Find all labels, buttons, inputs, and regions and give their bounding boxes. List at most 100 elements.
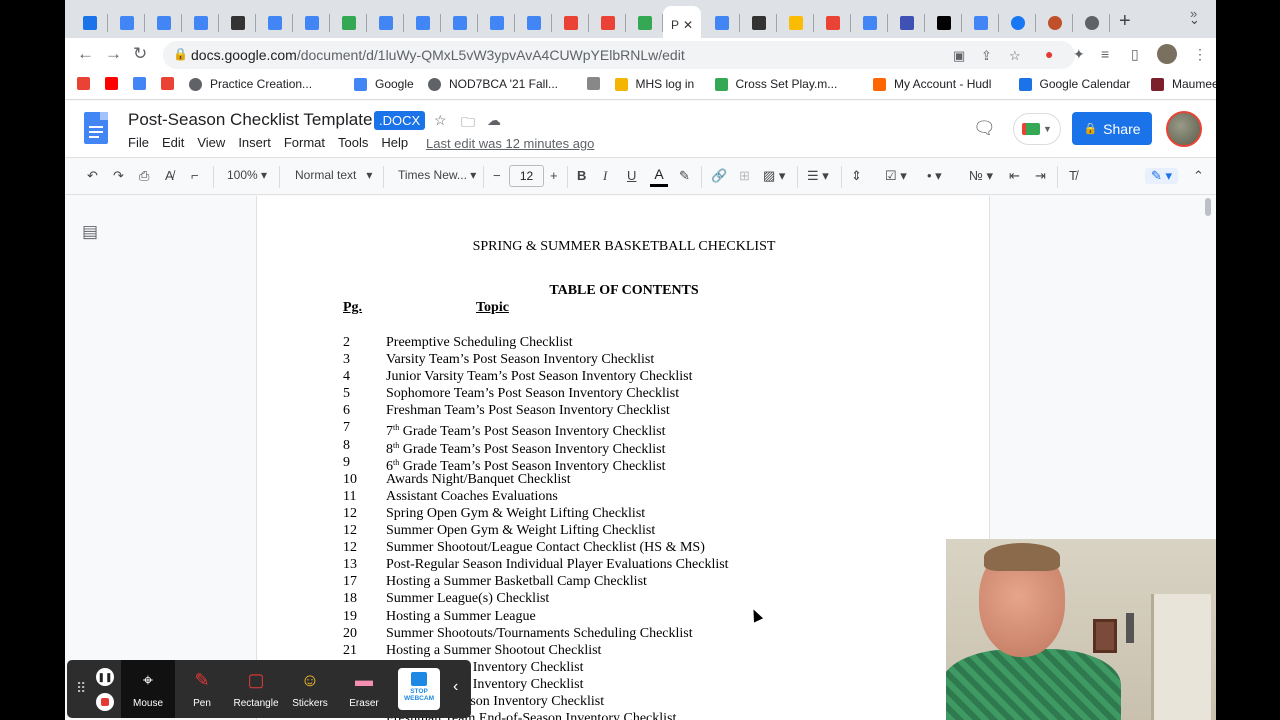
forward-icon[interactable]: → <box>105 44 122 64</box>
share-button[interactable]: 🔒 Share <box>1072 112 1152 145</box>
menu-view[interactable]: View <box>197 135 225 150</box>
bookmark-item[interactable]: MHS log in <box>614 77 694 91</box>
stop-webcam-button[interactable]: STOP WEBCAM <box>398 668 440 710</box>
move-folder-icon[interactable]: 🗀 <box>461 112 475 136</box>
browser-tab[interactable] <box>480 8 514 38</box>
browser-tab[interactable] <box>369 8 403 38</box>
browser-tab[interactable] <box>742 8 776 38</box>
style-select[interactable]: Normal text ▾ <box>295 168 372 182</box>
bookmark-item[interactable] <box>133 77 154 90</box>
tool-pen[interactable]: ✎ Pen <box>175 660 229 718</box>
menu-format[interactable]: Format <box>284 135 325 150</box>
meet-button[interactable]: ▼ <box>1013 113 1061 145</box>
address-bar[interactable]: 🔒 docs.google.com/document/d/1luWy-QMxL5… <box>163 41 1075 69</box>
tool-mouse[interactable]: ⌖ Mouse <box>121 660 175 718</box>
star-icon[interactable]: ☆ <box>434 112 447 129</box>
browser-tab[interactable] <box>221 8 255 38</box>
decrease-font-size-icon[interactable]: − <box>493 168 501 183</box>
increase-font-size-icon[interactable]: + <box>550 168 558 183</box>
bookmarks-overflow-icon[interactable]: » <box>1190 6 1197 21</box>
browser-menu-icon[interactable]: ⋮ <box>1193 46 1207 63</box>
google-docs-logo-icon[interactable] <box>84 112 108 144</box>
undo-icon[interactable]: ↶ <box>87 168 98 184</box>
line-spacing-icon[interactable]: ⇕ <box>851 168 862 184</box>
browser-tab[interactable] <box>1075 8 1109 38</box>
document-outline-icon[interactable]: ▤ <box>82 222 98 242</box>
browser-tab[interactable] <box>332 8 366 38</box>
browser-tab[interactable] <box>1001 8 1035 38</box>
menu-file[interactable]: File <box>128 135 149 150</box>
browser-tab[interactable] <box>406 8 440 38</box>
browser-tab[interactable] <box>890 8 924 38</box>
extension-icon[interactable]: ● <box>1045 46 1053 62</box>
scrollbar-thumb[interactable] <box>1205 198 1211 216</box>
collapse-toolbar-icon[interactable]: ⌃ <box>1193 168 1204 184</box>
comment-history-icon[interactable]: 🗨 <box>973 118 996 139</box>
clear-formatting-icon[interactable]: T̸ <box>1069 168 1077 183</box>
side-panel-icon[interactable]: ▯ <box>1131 46 1139 63</box>
menu-help[interactable]: Help <box>381 135 408 150</box>
document-page[interactable]: SPRING & SUMMER BASKETBALL CHECKLIST TAB… <box>256 196 990 720</box>
bookmark-item[interactable]: My Account - Hudl <box>873 77 991 91</box>
italic-icon[interactable]: I <box>603 168 607 184</box>
browser-tab[interactable] <box>184 8 218 38</box>
underline-icon[interactable]: U <box>627 168 636 183</box>
tool-eraser[interactable]: ▬ Eraser <box>337 660 391 718</box>
align-icon[interactable]: ☰ ▾ <box>807 168 829 184</box>
insert-link-icon[interactable]: 🔗 <box>711 168 727 184</box>
bookmark-item[interactable]: Google Calendar <box>1018 77 1130 91</box>
menu-tools[interactable]: Tools <box>338 135 368 150</box>
browser-tab[interactable] <box>927 8 961 38</box>
paint-format-icon[interactable]: ⌐ <box>191 168 199 183</box>
bookmark-item[interactable] <box>105 77 126 90</box>
browser-tab[interactable] <box>591 8 625 38</box>
browser-tab[interactable] <box>110 8 144 38</box>
new-tab-button[interactable]: + <box>1119 10 1131 33</box>
text-color-icon[interactable]: A <box>650 166 668 187</box>
browser-tab[interactable] <box>964 8 998 38</box>
zoom-select[interactable]: 100% ▾ <box>227 168 267 182</box>
url-text[interactable]: docs.google.com/document/d/1luWy-QMxL5vW… <box>191 47 685 63</box>
puzzle-extensions-icon[interactable]: ✦ <box>1073 46 1085 63</box>
browser-tab[interactable] <box>628 8 662 38</box>
tool-rectangle[interactable]: ▢ Rectangle <box>229 660 283 718</box>
browser-tab[interactable] <box>258 8 292 38</box>
decrease-indent-icon[interactable]: ⇤ <box>1009 168 1020 184</box>
increase-indent-icon[interactable]: ⇥ <box>1035 168 1046 184</box>
browser-tab[interactable] <box>705 8 739 38</box>
last-edit-link[interactable]: Last edit was 12 minutes ago <box>426 136 594 151</box>
checklist-icon[interactable]: ☑ ▾ <box>885 168 907 184</box>
camera-blocked-icon[interactable]: ▣ <box>953 48 965 64</box>
lock-icon[interactable]: 🔒 <box>173 47 188 61</box>
add-comment-icon[interactable]: ⊞ <box>739 168 750 184</box>
browser-tab[interactable] <box>554 8 588 38</box>
stop-recording-icon[interactable] <box>96 693 114 711</box>
close-tab-icon[interactable]: ✕ <box>683 18 693 32</box>
drag-handle-icon[interactable]: ⠿ <box>76 680 86 697</box>
browser-tab[interactable] <box>779 8 813 38</box>
highlight-icon[interactable]: ✎ <box>679 168 690 184</box>
numbered-list-icon[interactable]: № ▾ <box>969 168 993 184</box>
font-size-input[interactable]: 12 <box>509 165 544 187</box>
collapse-toolbar-chevron-icon[interactable]: ‹ <box>453 678 458 696</box>
redo-icon[interactable]: ↷ <box>113 168 124 184</box>
pause-icon[interactable]: ❚❚ <box>96 668 114 686</box>
font-select[interactable]: Times New... ▾ <box>398 168 476 182</box>
browser-tab[interactable] <box>1038 8 1072 38</box>
bookmark-item[interactable] <box>77 77 98 90</box>
bookmark-item[interactable]: Practice Creation... <box>189 77 312 91</box>
reload-icon[interactable]: ↻ <box>133 44 147 64</box>
bookmark-item[interactable]: NOD7BCA '21 Fall... <box>428 77 558 91</box>
editing-mode-icon[interactable]: ✎ ▾ <box>1145 168 1179 184</box>
browser-tab[interactable] <box>73 8 107 38</box>
back-icon[interactable]: ← <box>77 44 94 64</box>
bold-icon[interactable]: B <box>577 168 586 183</box>
browser-tab[interactable] <box>816 8 850 38</box>
insert-image-icon[interactable]: ▨ ▾ <box>763 168 785 184</box>
reading-list-icon[interactable]: ≡ <box>1101 46 1109 62</box>
browser-tab[interactable] <box>443 8 477 38</box>
bookmark-star-icon[interactable]: ☆ <box>1009 48 1021 64</box>
document-title[interactable]: Post-Season Checklist Template <box>128 110 372 130</box>
share-page-icon[interactable]: ⇪ <box>981 48 992 64</box>
browser-tab[interactable] <box>295 8 329 38</box>
